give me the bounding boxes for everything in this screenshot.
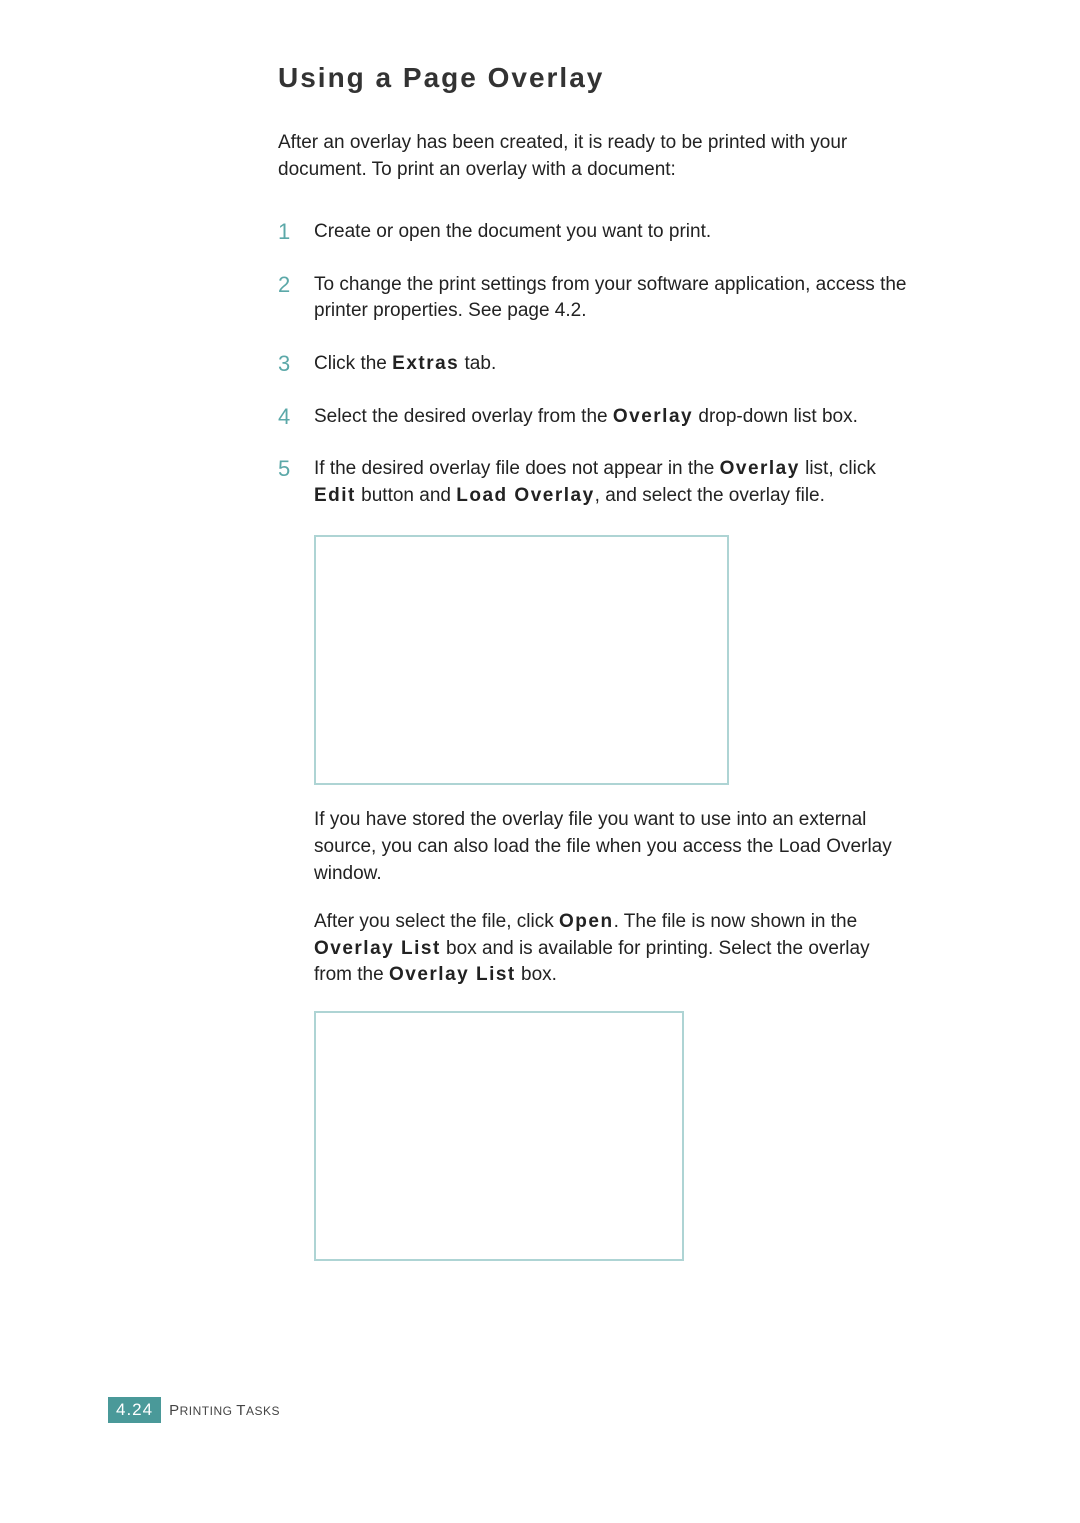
step-number: 5 [278,456,314,482]
page-footer: 4.24 PRINTING TASKS [108,1397,280,1423]
ui-label-overlay-list: Overlay List [314,938,441,959]
ui-label-overlay-list: Overlay List [389,964,516,985]
text-fragment: , and select the overlay file. [595,485,825,506]
page-content: Using a Page Overlay After an overlay ha… [278,62,908,1283]
step-number: 3 [278,351,314,377]
text-fragment: After you select the file, click [314,911,559,932]
step-1: 1 Create or open the document you want t… [278,219,908,246]
text-fragment: ASKS [246,1404,280,1418]
step-3: 3 Click the Extras tab. [278,351,908,378]
ui-label-edit: Edit [314,485,356,506]
sub-paragraph-1: If you have stored the overlay file you … [314,807,908,887]
ui-label-open: Open [559,911,614,932]
sub-paragraph-2: After you select the file, click Open. T… [314,909,908,989]
text-fragment: T [236,1402,246,1419]
text-fragment: RINTING [180,1404,237,1418]
ui-label-overlay: Overlay [720,458,800,479]
footer-section-title: PRINTING TASKS [169,1402,280,1419]
step-number: 2 [278,272,314,298]
step-2: 2 To change the print settings from your… [278,272,908,325]
step-text: Select the desired overlay from the Over… [314,404,908,431]
text-fragment: button and [356,485,456,506]
screenshot-placeholder-2 [314,1011,684,1261]
text-fragment: If the desired overlay file does not app… [314,458,720,479]
page-number-badge: 4.24 [108,1397,161,1423]
step-text: If the desired overlay file does not app… [314,456,908,509]
text-fragment: tab. [459,353,496,374]
step-number: 1 [278,219,314,245]
text-fragment: list, click [800,458,876,479]
text-fragment: box. [516,964,557,985]
step-number: 4 [278,404,314,430]
text-fragment: P [169,1402,180,1419]
section-heading: Using a Page Overlay [278,62,908,94]
text-fragment: Click the [314,353,392,374]
ui-label-load-overlay: Load Overlay [456,485,594,506]
step-text: To change the print settings from your s… [314,272,908,325]
step-5: 5 If the desired overlay file does not a… [278,456,908,509]
text-fragment: . The file is now shown in the [614,911,858,932]
step-text: Create or open the document you want to … [314,219,908,246]
text-fragment: drop-down list box. [693,406,858,427]
text-fragment: Select the desired overlay from the [314,406,613,427]
ui-label-extras: Extras [392,353,459,374]
ui-label-overlay: Overlay [613,406,693,427]
screenshot-placeholder-1 [314,535,729,785]
step-4: 4 Select the desired overlay from the Ov… [278,404,908,431]
step-text: Click the Extras tab. [314,351,908,378]
intro-paragraph: After an overlay has been created, it is… [278,130,908,183]
